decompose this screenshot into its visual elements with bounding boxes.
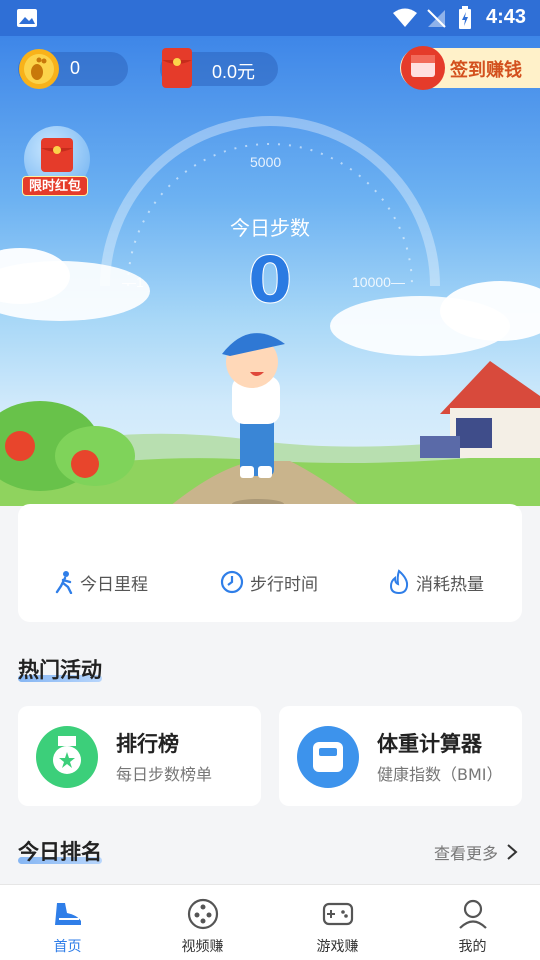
clock-time: 4:43 (485, 6, 526, 28)
coin-footprint-icon (19, 49, 59, 89)
hot-activities-title: 热门活动 (18, 654, 102, 684)
stat-distance: 今日里程 (54, 568, 148, 596)
bmi-title: 体重计算器 (377, 732, 482, 756)
gift-box-icon (401, 46, 445, 90)
red-packet-icon (162, 48, 192, 88)
gauge-title: 今日步数 (230, 216, 310, 240)
stat-distance-label: 今日里程 (80, 574, 148, 595)
today-ranking-title: 今日排名 (18, 836, 102, 866)
stat-calories: 消耗热量 (388, 568, 484, 596)
image-icon (17, 9, 37, 27)
bottom-nav: 首页 视频赚 游戏赚 我的 (0, 884, 540, 960)
nav-video[interactable]: 视频赚 (135, 885, 270, 960)
scale-glyph (313, 742, 343, 772)
nav-home[interactable]: 首页 (0, 885, 135, 960)
view-more-link[interactable]: 查看更多 (434, 840, 520, 864)
nav-game[interactable]: 游戏赚 (270, 885, 405, 960)
chevron-right-icon (507, 844, 518, 860)
bmi-calculator-card[interactable]: 体重计算器 健康指数（BMI） (279, 706, 522, 806)
step-count: 0 (247, 244, 293, 319)
medal-glyph (53, 736, 81, 774)
limited-red-packet[interactable]: 限时红包 (22, 126, 92, 198)
ranking-card[interactable]: 排行榜 每日步数榜单 (18, 706, 261, 806)
cash-value: 0.0元 (212, 62, 256, 82)
stats-card: 今日里程 步行时间 消耗热量 (18, 504, 522, 622)
flame-icon (389, 569, 409, 595)
nav-profile-label: 我的 (458, 939, 487, 955)
nav-profile[interactable]: 我的 (405, 885, 540, 960)
tick-mid-label: 5000 (250, 154, 282, 170)
stat-time: 步行时间 (220, 568, 318, 596)
status-bar: 4:43 (0, 0, 540, 36)
gamepad-icon (322, 902, 354, 926)
nav-game-label: 游戏赚 (316, 939, 359, 955)
hero-banner: 0 0.0元 签到赚钱 限时红包 —1 5000 10000— 今日步数 0 (0, 36, 540, 506)
coins-value: 0 (70, 58, 81, 78)
medal-icon (36, 726, 98, 788)
battery-icon (459, 6, 471, 29)
scale-icon (297, 726, 359, 788)
hot-activities-title-text: 热门活动 (18, 658, 102, 682)
today-ranking-title-text: 今日排名 (18, 840, 102, 864)
cash-pill[interactable]: 0.0元 (160, 48, 278, 88)
signin-button[interactable]: 签到赚钱 (400, 46, 540, 90)
limited-label: 限时红包 (22, 176, 88, 196)
signin-label: 签到赚钱 (450, 60, 522, 81)
bmi-subtitle: 健康指数（BMI） (377, 765, 503, 784)
film-reel-icon (187, 898, 219, 930)
shoe-icon (55, 903, 81, 925)
signal-icon (427, 9, 446, 28)
nav-video-label: 视频赚 (181, 939, 224, 955)
red-packet-icon (41, 138, 73, 172)
coins-pill[interactable]: 0 (18, 49, 128, 89)
view-more-label: 查看更多 (433, 844, 498, 863)
stat-calories-label: 消耗热量 (416, 574, 484, 595)
clock-icon (220, 570, 244, 594)
ranking-title: 排行榜 (116, 732, 179, 756)
wifi-icon (393, 8, 417, 27)
stat-time-label: 步行时间 (250, 574, 318, 595)
user-icon (459, 899, 487, 929)
ranking-subtitle: 每日步数榜单 (116, 765, 213, 784)
nav-home-label: 首页 (53, 939, 82, 955)
walker-icon (55, 571, 73, 594)
